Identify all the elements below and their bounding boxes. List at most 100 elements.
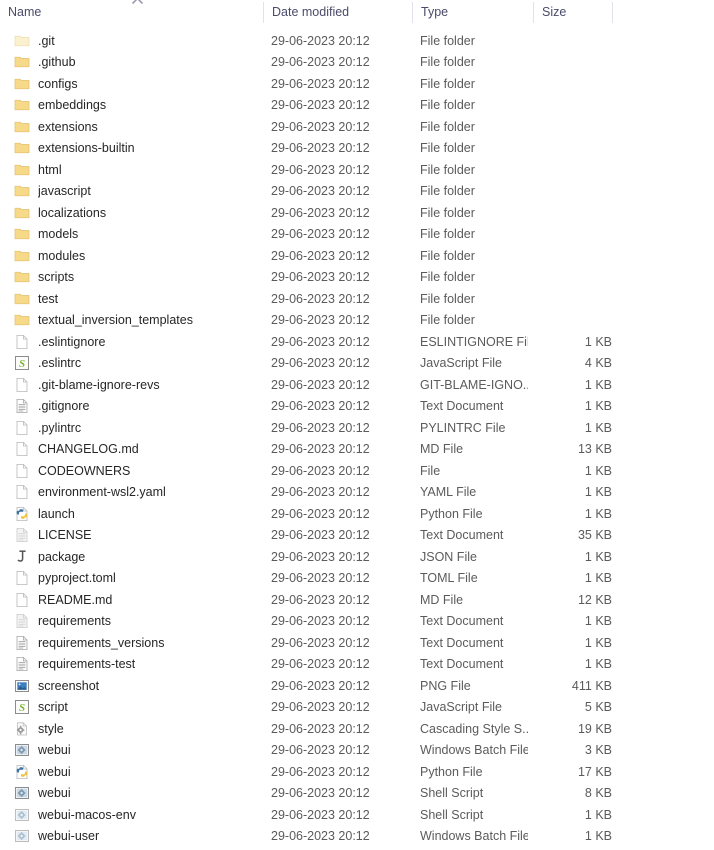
table-row[interactable]: modules 29-06-2023 20:12 File folder <box>0 245 714 267</box>
file-name-cell[interactable]: test <box>14 288 259 310</box>
file-name-cell[interactable]: modules <box>14 245 259 267</box>
file-name-cell[interactable]: S .eslintrc <box>14 353 259 375</box>
date-modified-cell: 29-06-2023 20:12 <box>271 829 370 844</box>
table-row[interactable]: test 29-06-2023 20:12 File folder <box>0 288 714 310</box>
table-row[interactable]: .pylintrc 29-06-2023 20:12 PYLINTRC File 1 … <box>0 417 714 439</box>
file-name-cell[interactable]: scripts <box>14 267 259 289</box>
file-size-cell: 1 KB <box>584 399 612 414</box>
blank-file-icon <box>14 334 30 350</box>
table-row[interactable]: webui-macos-env 29-06-2023 20:12 Shell Scr… <box>0 804 714 826</box>
file-name-cell[interactable]: CHANGELOG.md <box>14 439 259 461</box>
file-name-cell[interactable]: webui <box>14 740 259 762</box>
date-modified-cell: 29-06-2023 20:12 <box>271 227 370 242</box>
table-row[interactable]: extensions 29-06-2023 20:12 File folder <box>0 116 714 138</box>
column-header-type[interactable]: Type <box>413 0 533 23</box>
table-row[interactable]: S .eslintrc 29-06-2023 20:12 JavaScript Fil… <box>0 353 714 375</box>
file-name-cell[interactable]: .gitignore <box>14 396 259 418</box>
table-row[interactable]: webui-user 29-06-2023 20:12 Windows Batch … <box>0 826 714 848</box>
column-header-date-modified[interactable]: Date modified <box>264 0 412 23</box>
column-divider-4[interactable] <box>612 2 613 23</box>
file-size-cell: 1 KB <box>584 829 612 844</box>
table-row[interactable]: javascript 29-06-2023 20:12 File folder <box>0 181 714 203</box>
table-row[interactable]: Sscript 29-06-2023 20:12 JavaScript File 5 … <box>0 697 714 719</box>
table-row[interactable]: package 29-06-2023 20:12 JSON File 1 KB <box>0 546 714 568</box>
table-row[interactable]: .git-blame-ignore-revs 29-06-2023 20:12 GI… <box>0 374 714 396</box>
text-document-icon <box>14 656 30 672</box>
file-name-cell[interactable]: .eslintignore <box>14 331 259 353</box>
file-name-cell[interactable]: textual_inversion_templates <box>14 310 259 332</box>
table-row[interactable]: .eslintignore 29-06-2023 20:12 ESLINTIGNOR… <box>0 331 714 353</box>
file-name-cell[interactable]: html <box>14 159 259 181</box>
table-row[interactable]: embeddings 29-06-2023 20:12 File folder <box>0 95 714 117</box>
file-name-cell[interactable]: environment-wsl2.yaml <box>14 482 259 504</box>
file-name-cell[interactable]: .pylintrc <box>14 417 259 439</box>
file-name-cell[interactable]: webui-user <box>14 826 259 848</box>
file-name-cell[interactable]: requirements-test <box>14 654 259 676</box>
file-name-cell[interactable]: javascript <box>14 181 259 203</box>
table-row[interactable]: style 29-06-2023 20:12 Cascading Style S..… <box>0 718 714 740</box>
file-name-cell[interactable]: requirements_versions <box>14 632 259 654</box>
table-row[interactable]: .git 29-06-2023 20:12 File folder <box>0 30 714 52</box>
text-document-icon <box>14 635 30 651</box>
table-row[interactable]: textual_inversion_templates 29-06-2023 20… <box>0 310 714 332</box>
file-name-cell[interactable]: configs <box>14 73 259 95</box>
table-row[interactable]: CODEOWNERS 29-06-2023 20:12 File 1 KB <box>0 460 714 482</box>
table-row[interactable]: CHANGELOG.md 29-06-2023 20:12 MD File 13 KB <box>0 439 714 461</box>
table-row[interactable]: environment-wsl2.yaml 29-06-2023 20:12 YAM… <box>0 482 714 504</box>
file-name-cell[interactable]: screenshot <box>14 675 259 697</box>
table-row[interactable]: scripts 29-06-2023 20:12 File folder <box>0 267 714 289</box>
file-name-cell[interactable]: .git <box>14 30 259 52</box>
table-row[interactable]: webui 29-06-2023 20:12 Shell Script 8 KB <box>0 783 714 805</box>
file-name-cell[interactable]: .git-blame-ignore-revs <box>14 374 259 396</box>
table-row[interactable]: .gitignore 29-06-2023 20:12 Text Document 1… <box>0 396 714 418</box>
table-row[interactable]: extensions-builtin 29-06-2023 20:12 File f… <box>0 138 714 160</box>
file-name-cell[interactable]: pyproject.toml <box>14 568 259 590</box>
file-name-cell[interactable]: models <box>14 224 259 246</box>
column-header-size[interactable]: Size <box>534 0 612 23</box>
table-row[interactable]: html 29-06-2023 20:12 File folder <box>0 159 714 181</box>
file-name-cell[interactable]: style <box>14 718 259 740</box>
file-name-cell[interactable]: CODEOWNERS <box>14 460 259 482</box>
python-file-icon <box>14 506 30 522</box>
file-size-cell <box>500 267 612 289</box>
table-row[interactable]: .github 29-06-2023 20:12 File folder <box>0 52 714 74</box>
table-row[interactable]: README.md 29-06-2023 20:12 MD File 12 KB <box>0 589 714 611</box>
table-row[interactable]: screenshot 29-06-2023 20:12 PNG File 411 KB <box>0 675 714 697</box>
file-name-cell[interactable]: package <box>14 546 259 568</box>
file-name-cell[interactable]: launch <box>14 503 259 525</box>
file-size-cell: 8 KB <box>584 786 612 801</box>
table-row[interactable]: requirements 29-06-2023 20:12 Text Documen… <box>0 611 714 633</box>
table-row[interactable]: configs 29-06-2023 20:12 File folder <box>0 73 714 95</box>
table-row[interactable]: pyproject.toml 29-06-2023 20:12 TOML File 1… <box>0 568 714 590</box>
table-row[interactable]: requirements-test 29-06-2023 20:12 Text Do… <box>0 654 714 676</box>
file-name-cell[interactable]: LICENSE <box>14 525 259 547</box>
table-row[interactable]: webui 29-06-2023 20:12 Python File 17 KB <box>0 761 714 783</box>
column-header-type-label: Type <box>421 4 449 19</box>
file-name-cell[interactable]: webui <box>14 783 259 805</box>
table-row[interactable]: requirements_versions 29-06-2023 20:12 Tex… <box>0 632 714 654</box>
date-modified-cell: 29-06-2023 20:12 <box>271 442 370 457</box>
file-size-cell: 1 KB <box>584 571 612 586</box>
file-name-cell[interactable]: .github <box>14 52 259 74</box>
table-row[interactable]: models 29-06-2023 20:12 File folder <box>0 224 714 246</box>
table-row[interactable]: LICENSE 29-06-2023 20:12 Text Document 35 K… <box>0 525 714 547</box>
file-name-cell[interactable]: extensions-builtin <box>14 138 259 160</box>
file-name-cell[interactable]: Sscript <box>14 697 259 719</box>
date-modified-cell: 29-06-2023 20:12 <box>271 334 370 349</box>
file-name-cell[interactable]: localizations <box>14 202 259 224</box>
file-name-label: javascript <box>38 184 91 199</box>
file-name-cell[interactable]: README.md <box>14 589 259 611</box>
file-name-cell[interactable]: webui-macos-env <box>14 804 259 826</box>
file-name-cell[interactable]: extensions <box>14 116 259 138</box>
table-row[interactable]: localizations 29-06-2023 20:12 File folder <box>0 202 714 224</box>
file-name-cell[interactable]: embeddings <box>14 95 259 117</box>
date-modified-cell: 29-06-2023 20:12 <box>271 162 370 177</box>
file-name-label: .git <box>38 33 55 48</box>
file-name-cell[interactable]: requirements <box>14 611 259 633</box>
column-header-row: Name Date modified Type Size <box>0 0 714 23</box>
date-modified-cell: 29-06-2023 20:12 <box>271 76 370 91</box>
table-row[interactable]: launch 29-06-2023 20:12 Python File 1 KB <box>0 503 714 525</box>
table-row[interactable]: webui 29-06-2023 20:12 Windows Batch File 3… <box>0 740 714 762</box>
file-size-cell <box>500 30 612 52</box>
file-name-cell[interactable]: webui <box>14 761 259 783</box>
